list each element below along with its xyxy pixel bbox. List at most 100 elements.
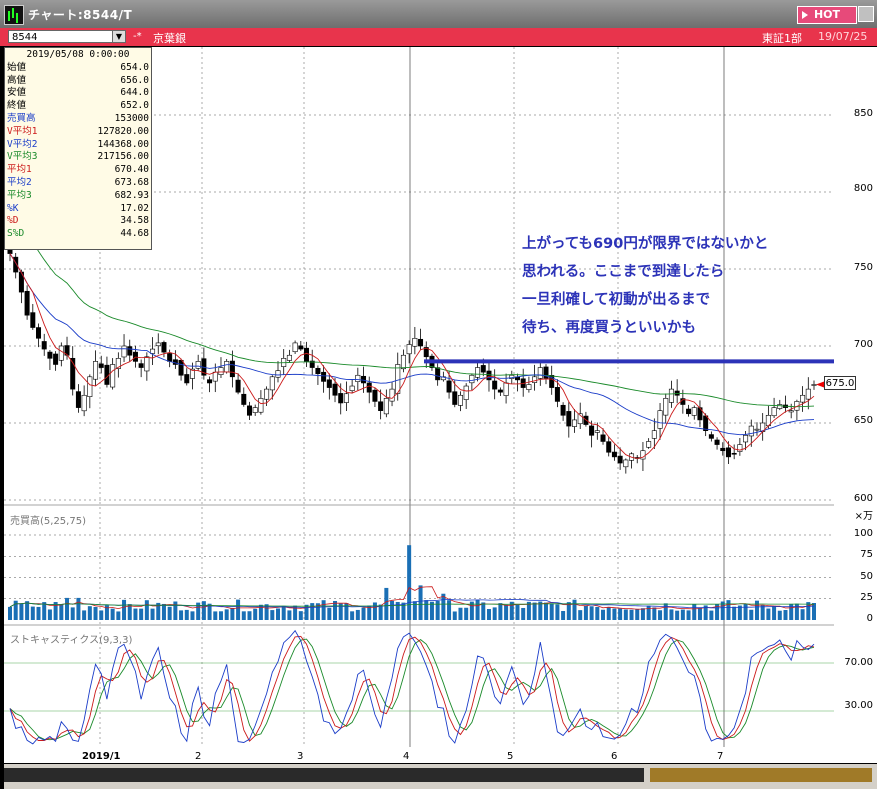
date-tick-label: 2 (195, 751, 202, 762)
candle-body (161, 342, 167, 353)
chart-window: チャート:8544/T HOT 8544 ▼ -* 京葉銀 東証1部 19/07… (0, 0, 877, 789)
volume-bar (749, 609, 754, 620)
candle-body (480, 365, 486, 373)
volume-bar (481, 602, 486, 620)
candle-body (389, 388, 395, 402)
volume-tick-label: 100 (853, 528, 873, 539)
price-tick-label: 600 (853, 493, 873, 504)
candle-body (708, 434, 714, 439)
volume-bar (355, 609, 360, 620)
candle-body (526, 384, 532, 390)
candle-body (252, 407, 258, 413)
volume-bar (42, 602, 47, 620)
volume-bar (806, 602, 811, 620)
volume-bar (555, 604, 560, 620)
volume-bar (572, 599, 577, 620)
candle-body (338, 393, 344, 404)
candle-body (492, 380, 498, 390)
stoch-panel-title: ストキャスティクス(9,3,3) (10, 635, 133, 646)
date-tick-label: 3 (297, 751, 304, 762)
chart-app-icon (4, 5, 24, 25)
title-bar[interactable]: チャート:8544/T HOT (0, 0, 877, 29)
volume-unit-label: ×万 (854, 511, 873, 522)
info-label: %K (7, 202, 19, 214)
info-label: V平均2 (7, 138, 38, 150)
candle-body (400, 354, 406, 370)
volume-bar (612, 608, 617, 620)
volume-bar (253, 608, 258, 620)
candle-body (93, 361, 99, 380)
info-row: 平均1 670.40 (7, 164, 149, 177)
candle-body (788, 410, 794, 413)
candle-body (326, 379, 332, 388)
candle-body (720, 447, 726, 452)
comment-line: 上がっても690円が限界ではないかと (522, 236, 769, 252)
volume-bar (447, 600, 452, 620)
candle-body (418, 338, 424, 347)
candle-body (469, 374, 475, 384)
link-arrow: -* (133, 31, 142, 42)
volume-bar (412, 601, 417, 620)
volume-bar (812, 603, 816, 620)
date-tick-label: 4 (403, 751, 410, 762)
volume-bar (464, 607, 469, 620)
volume-bar (70, 607, 75, 620)
volume-bar (452, 611, 457, 620)
hot-button[interactable]: HOT (797, 6, 857, 24)
volume-bar (732, 606, 737, 620)
info-label: S%D (7, 228, 25, 240)
candle-body (805, 388, 811, 400)
scrollbar-thumb[interactable] (650, 768, 872, 782)
candle-body (651, 430, 657, 439)
volume-bar (686, 610, 691, 620)
volume-bar (133, 608, 138, 620)
candle-body (452, 391, 458, 405)
volume-bar (179, 610, 184, 620)
volume-bar (361, 607, 366, 620)
volume-bar (213, 611, 218, 620)
candle-body (167, 353, 173, 362)
stoch-tick-label: 70.00 (844, 657, 873, 668)
candle-body (771, 407, 777, 417)
info-value: 670.40 (114, 164, 149, 176)
volume-bar (384, 587, 389, 620)
candle-body (321, 371, 327, 382)
volume-bar (184, 609, 189, 620)
volume-tick-label: 0 (866, 613, 873, 624)
volume-bar (515, 604, 520, 620)
volume-bar (287, 610, 292, 620)
candle-body (275, 370, 281, 378)
candle-body (668, 388, 674, 403)
candle-body (617, 455, 623, 464)
candle-body (457, 394, 463, 406)
stoch-k (9, 629, 815, 745)
info-row: V平均1 127820.00 (7, 126, 149, 139)
info-value: 652.0 (120, 100, 149, 112)
candle-body (532, 376, 538, 383)
info-row: %D 34.58 (7, 215, 149, 228)
volume-bar (709, 610, 714, 620)
chevron-down-icon[interactable]: ▼ (112, 30, 126, 43)
date-tick-label: 5 (507, 751, 514, 762)
info-value: 144368.00 (97, 138, 149, 150)
candle-body (663, 398, 669, 416)
close-icon[interactable] (858, 6, 874, 22)
price-tick-label: 700 (853, 339, 873, 350)
volume-bar (65, 597, 70, 620)
volume-bar (99, 610, 104, 620)
candle-body (475, 367, 481, 378)
volume-bar (281, 605, 286, 620)
info-row: V平均3 217156.00 (7, 151, 149, 164)
volume-bar (772, 605, 777, 620)
overview-scrollbar[interactable] (4, 768, 644, 782)
symbol-input[interactable]: 8544 (8, 30, 126, 43)
candle-body (41, 341, 47, 350)
ohlc-info-box: 2019/05/08 0:00:00 始値 654.0 高値 656.0 安値 644.0… (4, 47, 152, 250)
info-label: 平均3 (7, 189, 32, 201)
volume-bar (680, 609, 685, 620)
volume-bar (87, 606, 92, 620)
info-label: V平均3 (7, 151, 38, 163)
candle-body (754, 428, 760, 431)
candle-body (241, 393, 247, 405)
volume-bar (167, 606, 172, 620)
